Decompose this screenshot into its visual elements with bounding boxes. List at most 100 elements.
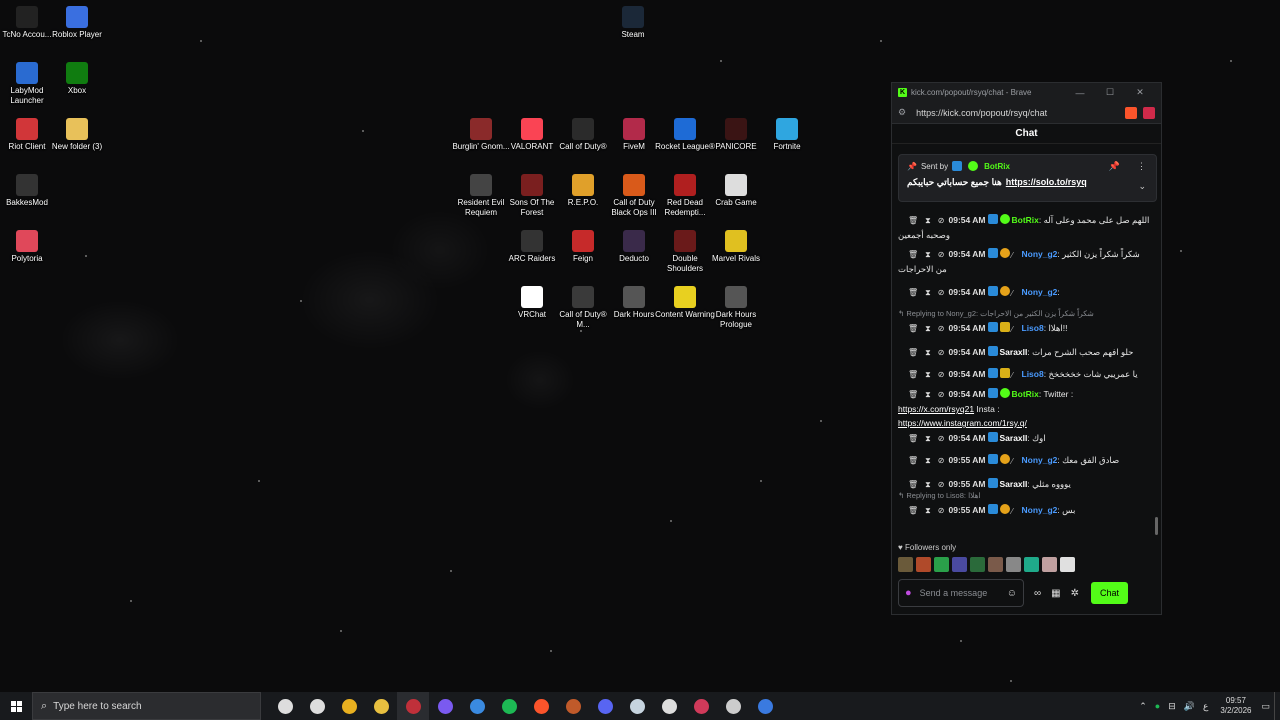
emote-icon[interactable] (1042, 557, 1057, 572)
username[interactable]: BotRix (1012, 215, 1039, 225)
discord-ptb-icon[interactable] (429, 692, 461, 720)
desktop-icon[interactable]: BakkesMod (0, 174, 54, 208)
ban-icon[interactable]: ⊘ (938, 432, 945, 446)
message-input[interactable]: ● Send a message ☺ (898, 579, 1024, 607)
steam-icon[interactable] (621, 692, 653, 720)
desktop-icon[interactable]: Dark Hours (607, 286, 661, 320)
desktop-icon[interactable]: Call of Duty® M... (556, 286, 610, 330)
desktop-icon[interactable]: Red Dead Redempti... (658, 174, 712, 218)
tray-overflow-icon[interactable]: ⌃ (1139, 701, 1147, 712)
desktop-icon[interactable]: Double Shoulders (658, 230, 712, 274)
trash-icon[interactable]: 🗑 (908, 346, 918, 360)
chat-message[interactable]: 🗑 ⧗ ⊘ 09:54 AM Saraxll: اوك (898, 431, 1150, 446)
username[interactable]: Nony_g2 (1022, 505, 1058, 515)
emote-icon[interactable] (1024, 557, 1039, 572)
game-icon[interactable] (557, 692, 589, 720)
taskbar-search[interactable]: ⌕ Type here to search (32, 692, 261, 720)
chat-message[interactable]: 🗑 ⧗ ⊘ 09:54 AM BotRix: Twitter : https://x.co… (898, 387, 1150, 430)
minimize-button[interactable]: — (1065, 88, 1095, 98)
unpin-icon[interactable]: 📌 (1109, 161, 1120, 172)
ban-icon[interactable]: ⊘ (938, 346, 945, 360)
trash-icon[interactable]: 🗑 (908, 286, 918, 300)
chrome-icon[interactable] (333, 692, 365, 720)
desktop-icon[interactable]: VALORANT (505, 118, 559, 152)
desktop-icon[interactable]: Fortnite (760, 118, 814, 152)
username[interactable]: BotRix (1012, 389, 1039, 399)
desktop-icon[interactable]: ARC Raiders (505, 230, 559, 264)
timeout-icon[interactable]: ⧗ (925, 454, 931, 468)
settings-gear-icon[interactable]: ✲ (1071, 588, 1079, 599)
ban-icon[interactable]: ⊘ (938, 504, 945, 518)
emote-picker-icon[interactable]: ∞ (1034, 588, 1041, 599)
emote-icon[interactable] (934, 557, 949, 572)
desktop-icon[interactable]: Crab Game (709, 174, 763, 208)
tcno-icon[interactable] (397, 692, 429, 720)
notifications-icon[interactable]: ▭ (1261, 701, 1270, 712)
site-settings-icon[interactable]: ⚙ (898, 107, 906, 118)
chat-message[interactable]: 🗑 ⧗ ⊘ 09:54 AM BotRix: اللهم صل على محمد وعل… (898, 213, 1150, 242)
tray-app-icon[interactable]: ● (1155, 701, 1160, 711)
desktop-icon[interactable]: Deducto (607, 230, 661, 264)
start-button[interactable] (0, 692, 32, 720)
pinned-sender[interactable]: BotRix (984, 162, 1010, 171)
desktop-icon[interactable]: Rocket League® (655, 118, 715, 152)
username[interactable]: Saraxll (1000, 347, 1028, 357)
timeout-icon[interactable]: ⧗ (925, 504, 931, 518)
trash-icon[interactable]: 🗑 (908, 388, 918, 402)
pinned-message[interactable]: 📌 Sent by BotRix هنا جميع حساباتي حبايبك… (898, 154, 1157, 202)
timeout-icon[interactable]: ⧗ (925, 432, 931, 446)
task-view-icon[interactable] (269, 692, 301, 720)
brave-rewards-icon[interactable] (1143, 106, 1155, 119)
microphone-icon[interactable]: ● (905, 587, 912, 599)
desktop-icon[interactable]: LabyMod Launcher (0, 62, 54, 106)
username[interactable]: Nony_g2 (1022, 249, 1058, 259)
ban-icon[interactable]: ⊘ (938, 248, 945, 262)
desktop-icon[interactable]: Sons Of The Forest (505, 174, 559, 218)
trash-icon[interactable]: 🗑 (908, 368, 918, 382)
desktop-icon[interactable]: Xbox (50, 62, 104, 96)
timeout-icon[interactable]: ⧗ (925, 368, 931, 382)
desktop-icon[interactable]: Steam (606, 6, 660, 40)
desktop-icon[interactable]: VRChat (505, 286, 559, 320)
chat-scrollbar[interactable] (1155, 517, 1158, 535)
timeout-icon[interactable]: ⧗ (925, 248, 931, 262)
username[interactable]: Saraxll (1000, 479, 1028, 489)
chat-message[interactable]: 🗑 ⧗ ⊘ 09:54 AM Saraxll: حلو افهم صحب الشرح م… (898, 345, 1150, 360)
show-desktop-button[interactable] (1274, 692, 1280, 720)
discord-icon[interactable] (589, 692, 621, 720)
trash-icon[interactable]: 🗑 (908, 322, 918, 336)
message-link[interactable]: https://x.com/rsyq21 (898, 404, 974, 414)
desktop-icon[interactable]: R.E.P.O. (556, 174, 610, 208)
language-indicator[interactable]: ع (1203, 701, 1208, 712)
chat-message[interactable]: 🗑 ⧗ ⊘ 09:54 AM ⁄ Liso8: يا عمريبي شات خخخخخخ (898, 367, 1150, 382)
trash-icon[interactable]: 🗑 (908, 248, 918, 262)
username[interactable]: Nony_g2 (1022, 455, 1058, 465)
chat-message[interactable]: ↰ Replying to Nony_g2: شكراً شكراً يزن ا… (898, 309, 1150, 336)
ban-icon[interactable]: ⊘ (938, 388, 945, 402)
ban-icon[interactable]: ⊘ (938, 454, 945, 468)
timeout-icon[interactable]: ⧗ (925, 214, 931, 228)
spotify-icon[interactable] (493, 692, 525, 720)
ban-icon[interactable]: ⊘ (938, 214, 945, 228)
ban-icon[interactable]: ⊘ (938, 368, 945, 382)
chat-message[interactable]: 🗑 ⧗ ⊘ 09:54 AM ⁄ Nony_g2: (898, 285, 1150, 300)
emote-icon[interactable] (1060, 557, 1075, 572)
desktop-icon[interactable]: Call of Duty Black Ops III (607, 174, 661, 218)
url-text[interactable]: https://kick.com/popout/rsyq/chat (916, 108, 1119, 118)
desktop-icon[interactable]: PANICORE (709, 118, 763, 152)
desktop-icon[interactable]: Riot Client (0, 118, 54, 152)
more-options-icon[interactable]: ⋮ (1137, 161, 1146, 172)
timeout-icon[interactable]: ⧗ (925, 346, 931, 360)
g-icon[interactable] (653, 692, 685, 720)
music-icon[interactable] (685, 692, 717, 720)
chat-message[interactable]: 🗑 ⧗ ⊘ 09:55 AM ⁄ Nony_g2: صادق الفق معك (898, 453, 1150, 468)
timeout-icon[interactable]: ⧗ (925, 322, 931, 336)
maximize-button[interactable]: ☐ (1095, 87, 1125, 98)
username[interactable]: Liso8 (1022, 323, 1044, 333)
trash-icon[interactable]: 🗑 (908, 214, 918, 228)
pinned-link[interactable]: https://solo.to/rsyq (1006, 177, 1087, 188)
app-window-icon[interactable] (461, 692, 493, 720)
ban-icon[interactable]: ⊘ (938, 286, 945, 300)
record-icon[interactable] (717, 692, 749, 720)
trash-icon[interactable]: 🗑 (908, 504, 918, 518)
